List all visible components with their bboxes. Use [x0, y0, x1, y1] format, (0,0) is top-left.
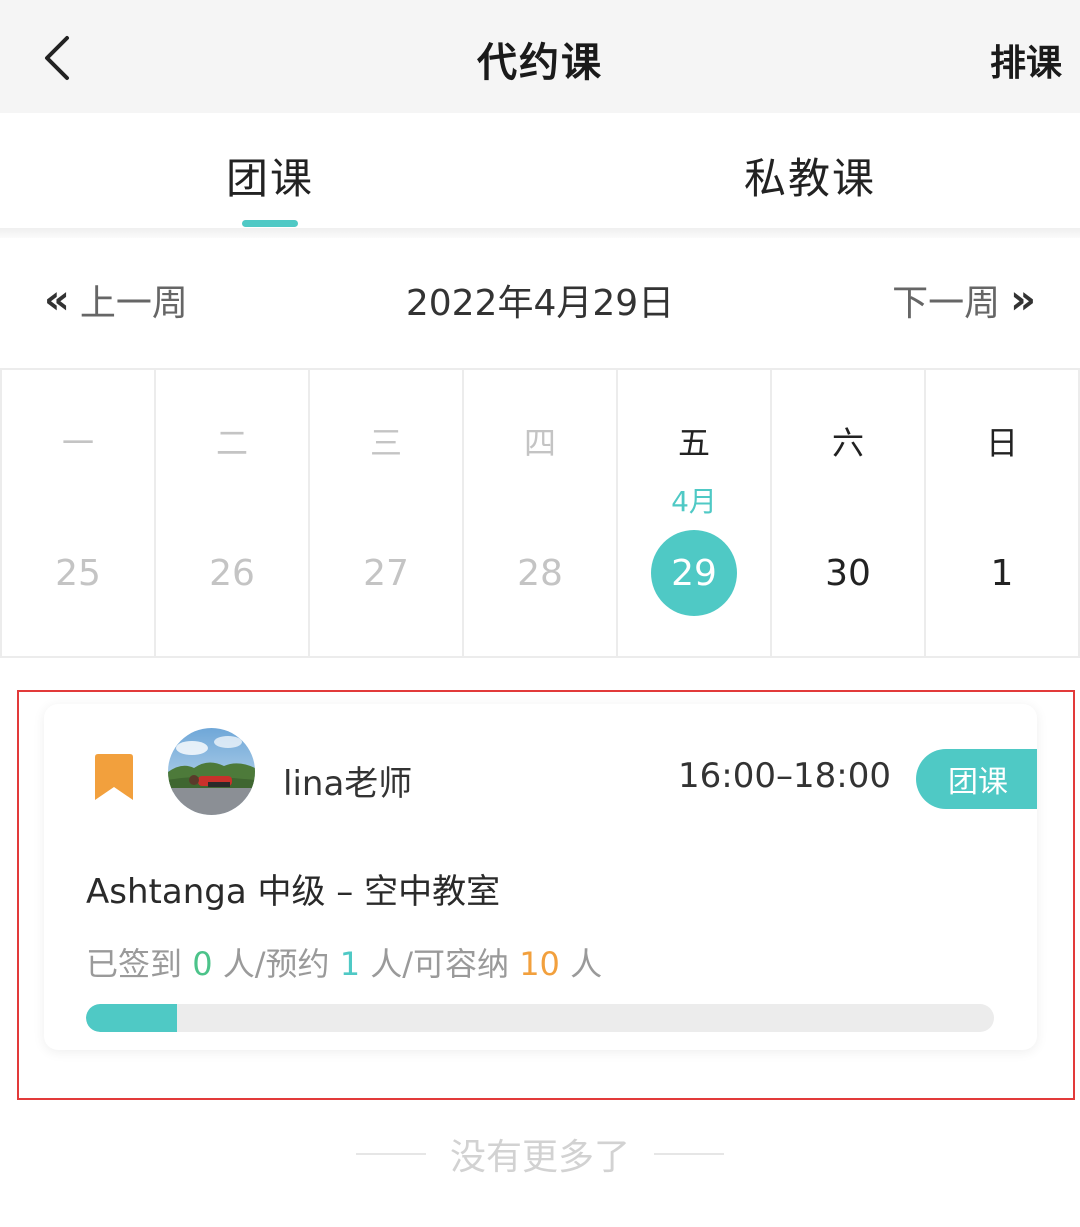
active-tab-indicator [242, 220, 298, 227]
booking-progress-fill [86, 1004, 177, 1032]
course-name: Ashtanga 中级 – 空中教室 [86, 872, 501, 912]
capacity-label: 人/可容纳 [370, 945, 510, 983]
next-week-label: 下一周 [892, 283, 1001, 324]
page-title: 代约课 [477, 40, 603, 86]
day-number: 30 [825, 552, 871, 594]
tab-label: 私教课 [743, 154, 876, 203]
signed-label: 已签到 [86, 945, 183, 983]
course-type-badge: 团课 [916, 749, 1037, 809]
course-card[interactable]: lina老师 16:00–18:00 团课 Ashtanga 中级 – 空中教室… [44, 704, 1037, 1050]
day-number: 25 [55, 552, 101, 594]
day-number: 28 [517, 552, 563, 594]
day-weekday: 四 [523, 424, 556, 462]
booked-label: 人/预约 [222, 945, 330, 983]
calendar-day[interactable]: 二 26 [156, 370, 310, 656]
next-week-button[interactable]: 下一周 » [892, 274, 1036, 326]
teacher-name: lina老师 [283, 764, 413, 804]
calendar-day[interactable]: 日 1 [926, 370, 1078, 656]
calendar-day-selected[interactable]: 五 4月 29 [618, 370, 772, 656]
schedule-button[interactable]: 排课 [990, 34, 1062, 86]
person-unit: 人 [570, 945, 603, 983]
day-weekday: 六 [831, 424, 864, 462]
tab-bar: 团课 私教课 [0, 113, 1080, 228]
day-weekday: 三 [369, 424, 402, 462]
day-weekday: 一 [61, 424, 94, 462]
course-time: 16:00–18:00 [678, 756, 891, 796]
divider [0, 228, 1080, 238]
day-weekday: 二 [215, 424, 248, 462]
calendar-day[interactable]: 一 25 [2, 370, 156, 656]
avatar [168, 728, 255, 815]
week-calendar: 一 25 二 26 三 27 四 28 五 4月 29 六 30 日 1 [0, 368, 1080, 658]
tab-label: 团课 [225, 154, 314, 203]
signed-count: 0 [192, 945, 213, 983]
tab-private-class[interactable]: 私教课 [540, 113, 1080, 228]
calendar-day[interactable]: 三 27 [310, 370, 464, 656]
day-number: 27 [363, 552, 409, 594]
day-number: 26 [209, 552, 255, 594]
day-weekday: 日 [985, 424, 1018, 462]
booking-progress-bar [86, 1004, 994, 1032]
week-navigator: « 上一周 2022年4月29日 下一周 » [0, 238, 1080, 368]
capacity-count: 10 [519, 945, 560, 983]
calendar-day[interactable]: 四 28 [464, 370, 618, 656]
calendar-day[interactable]: 六 30 [772, 370, 926, 656]
nav-bar: 代约课 排课 [0, 0, 1080, 113]
booked-count: 1 [339, 945, 361, 983]
divider [654, 1153, 724, 1155]
tab-group-class[interactable]: 团课 [0, 113, 540, 228]
double-chevron-right-icon: » [1010, 277, 1036, 323]
bookmark-icon [95, 754, 133, 800]
end-of-list: 没有更多了 [0, 1128, 1080, 1180]
divider [355, 1153, 426, 1155]
attendance-stats: 已签到 0 人/预约 1 人/可容纳 10 人 [86, 939, 602, 985]
day-weekday: 五 [677, 424, 710, 462]
day-month: 4月 [671, 485, 717, 518]
no-more-text: 没有更多了 [449, 1137, 630, 1178]
day-number: 29 [651, 530, 737, 616]
day-number: 1 [990, 552, 1014, 594]
